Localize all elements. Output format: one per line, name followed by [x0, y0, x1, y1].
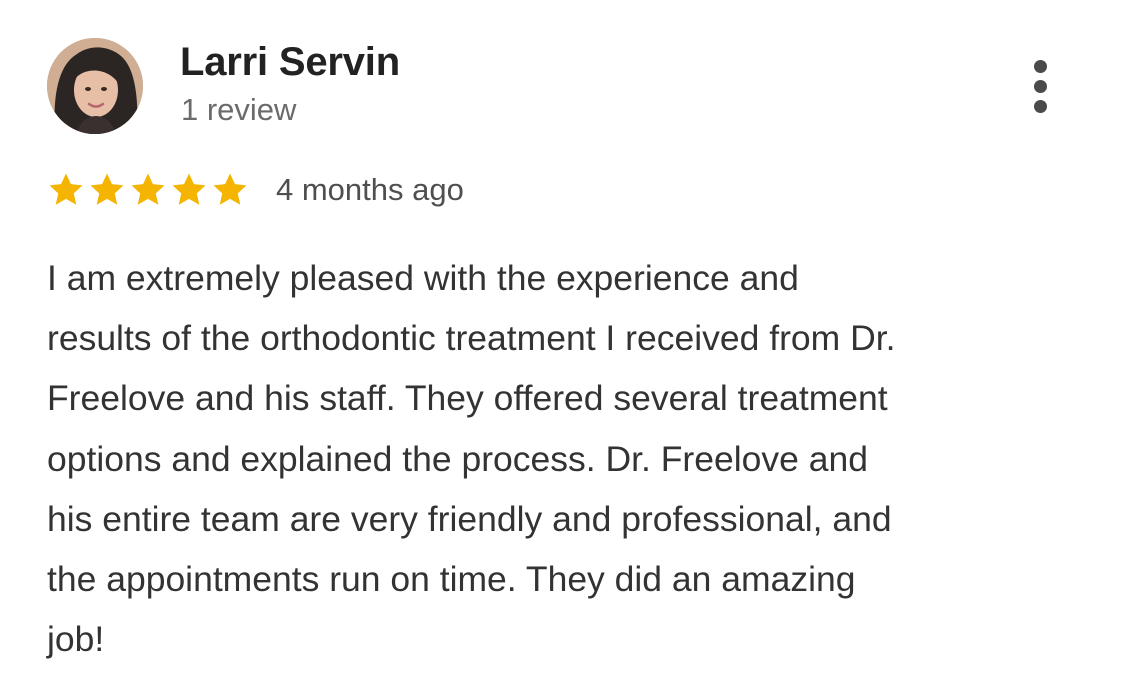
review-text-line: the appointments run on time. They did a… — [47, 559, 856, 600]
review-text-line: I am extremely pleased with the experien… — [47, 258, 799, 298]
avatar[interactable] — [47, 38, 143, 134]
star-icon — [213, 173, 247, 205]
star-rating — [47, 171, 252, 209]
star-icon — [49, 173, 83, 205]
more-vertical-icon-dot — [1034, 100, 1047, 113]
more-vertical-icon-dot — [1034, 80, 1047, 93]
more-vertical-icon-dot — [1034, 60, 1047, 73]
star-icon — [131, 173, 165, 205]
review-body: I am extremely pleased with the experien… — [47, 248, 1107, 669]
reviewer-review-count[interactable]: 1 review — [181, 92, 296, 128]
review-text-line: options and explained the process. Dr. F… — [47, 438, 868, 479]
star-icon — [172, 173, 206, 205]
more-options-button[interactable] — [1022, 56, 1060, 118]
star-icon — [90, 173, 124, 205]
review-text-line: results of the orthodontic treatment I r… — [47, 318, 896, 359]
rating-row: 4 months ago — [47, 168, 464, 212]
reviewer-name[interactable]: Larri Servin — [180, 40, 400, 85]
review-time: 4 months ago — [276, 172, 464, 207]
profile-photo-icon — [47, 38, 143, 134]
review-text-line: job! — [47, 619, 105, 660]
review-text-line: his entire team are very friendly and pr… — [47, 498, 892, 539]
review-card: Larri Servin 1 review 4 months ago I am … — [0, 0, 1125, 699]
review-text-line: Freelove and his staff. They offered sev… — [47, 378, 888, 419]
